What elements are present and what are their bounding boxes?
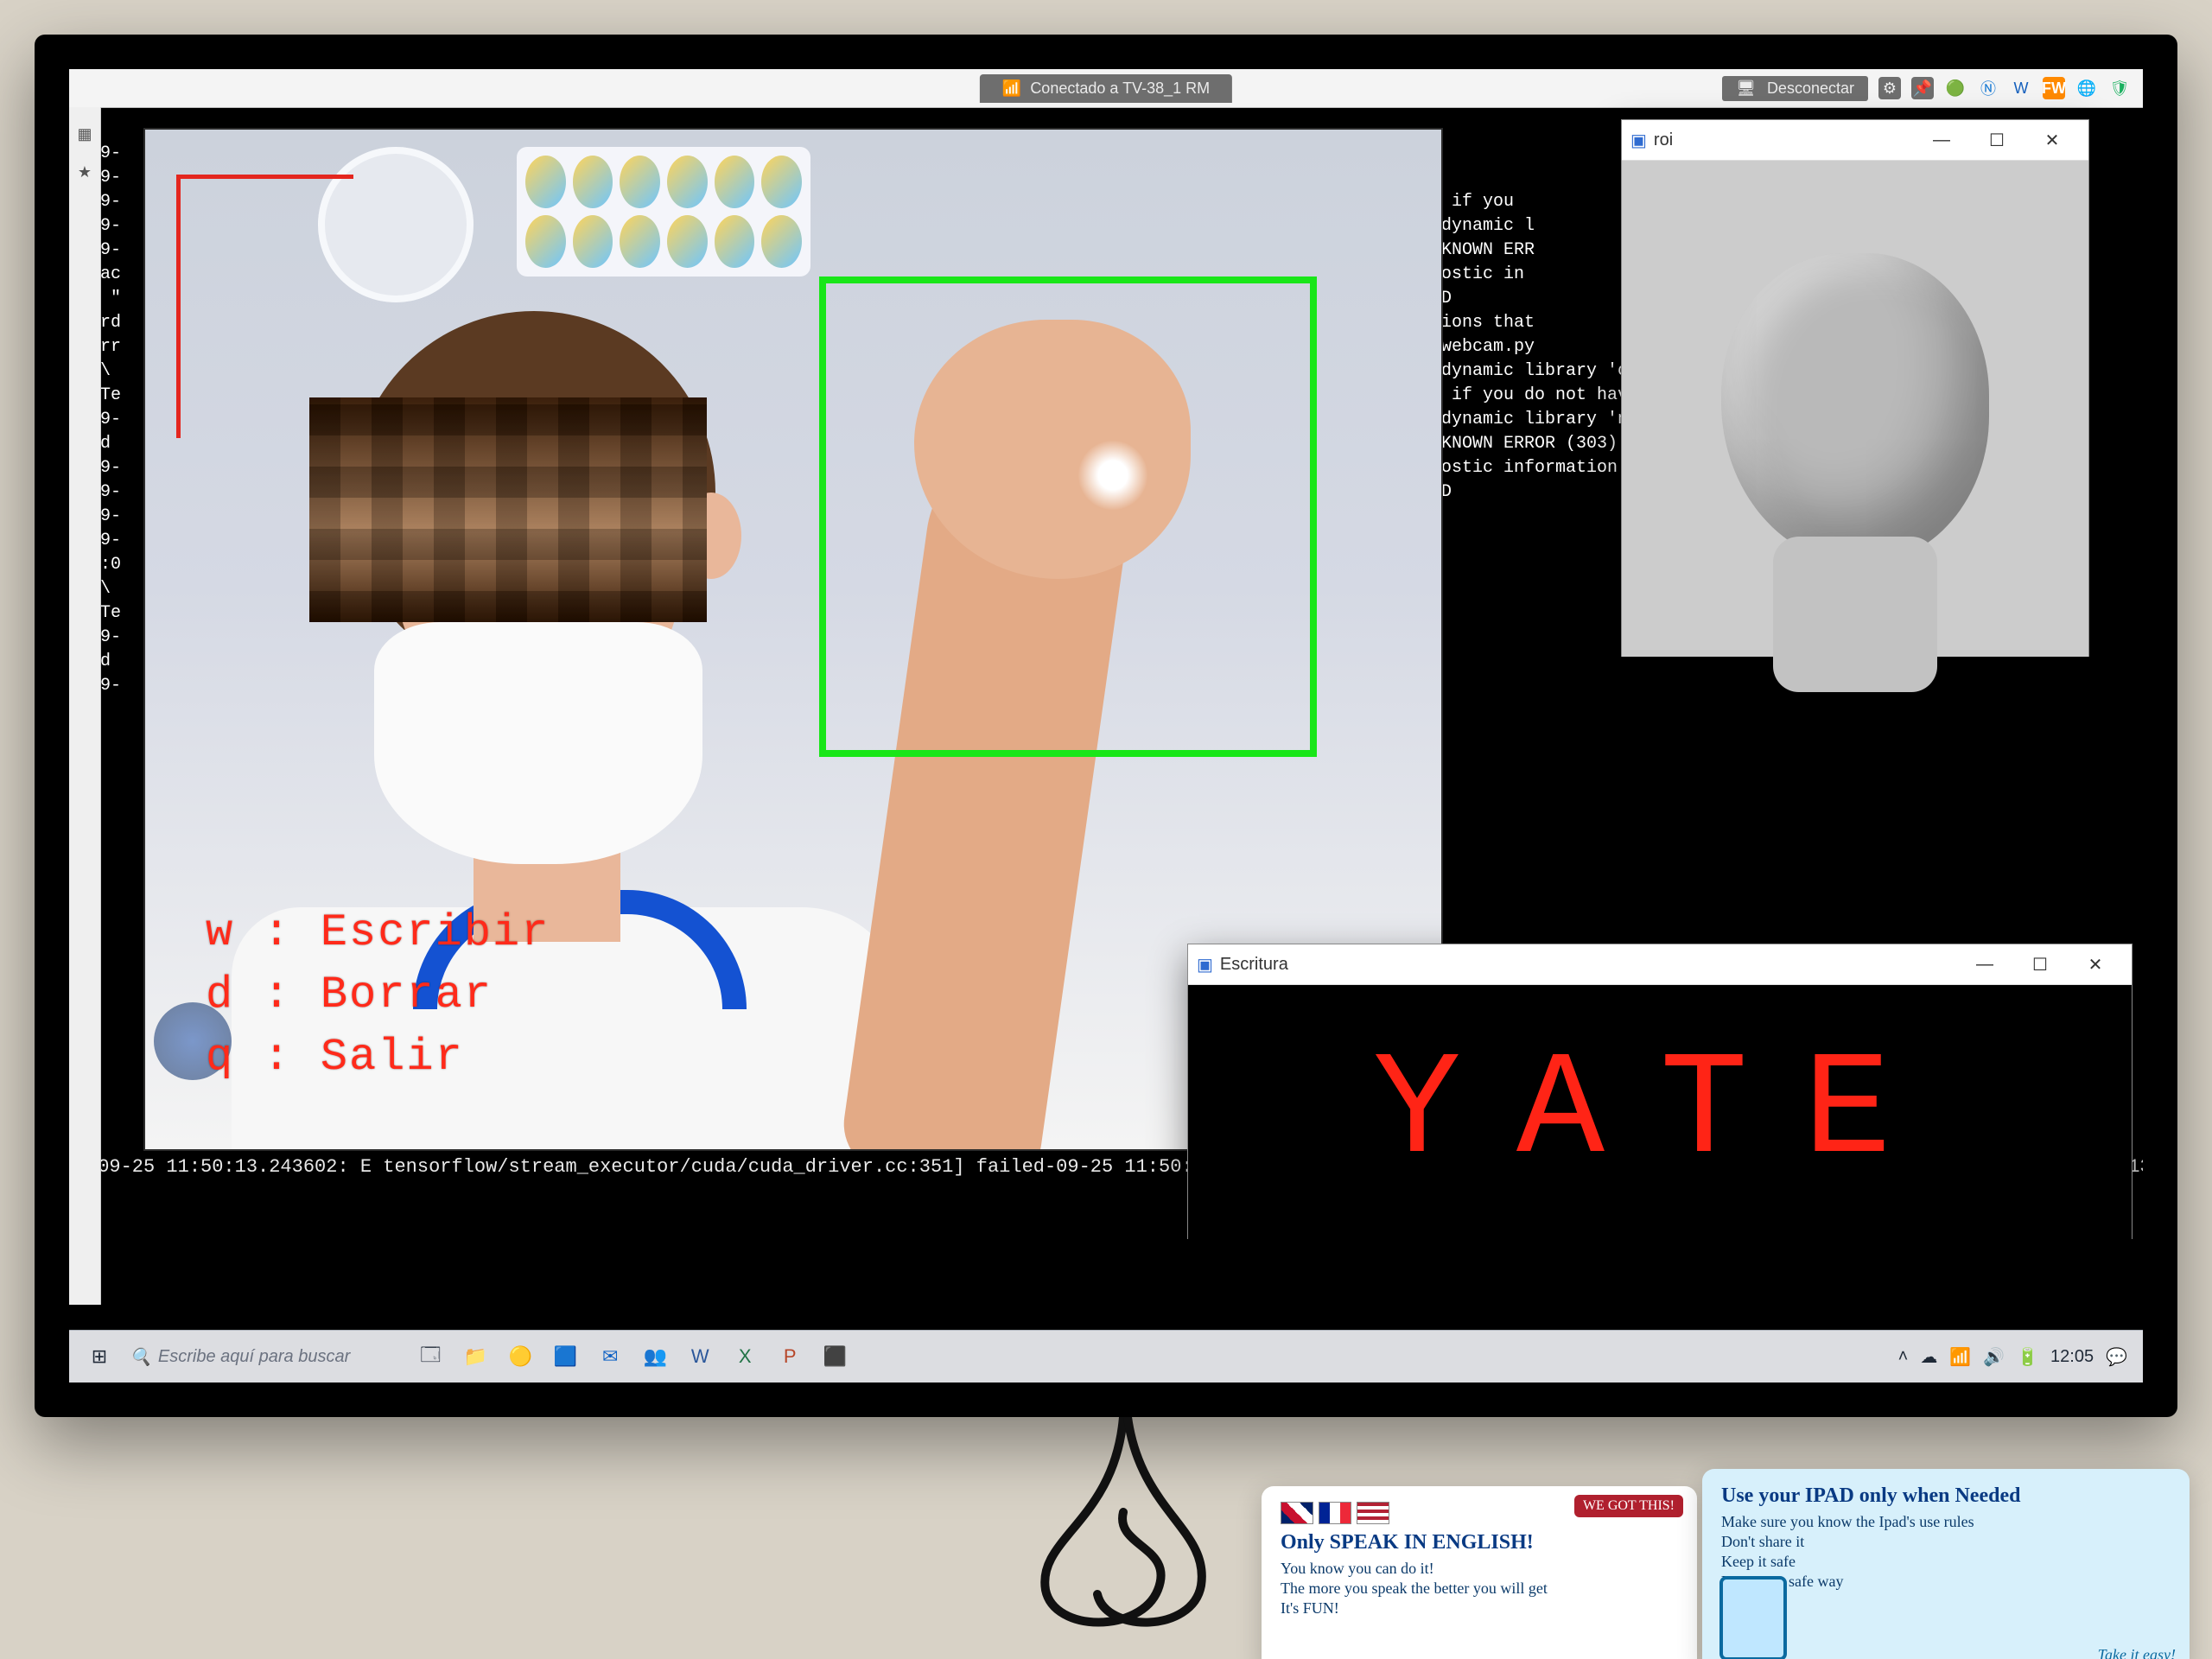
chevron-up-icon[interactable]: ˄	[1898, 1347, 1909, 1367]
connected-label: Conectado a TV-38_1 RM	[1030, 79, 1210, 98]
evernote-icon[interactable]: 🟢	[1944, 77, 1967, 99]
escritura-text: YATE	[1373, 1029, 1947, 1196]
minimize-button[interactable]: —	[1957, 944, 2012, 984]
poster-english: Only SPEAK IN ENGLISH! You know you can …	[1262, 1486, 1697, 1659]
terminal-line: -09-25 11:50:13.243602: E tensorflow/str…	[86, 1156, 1045, 1178]
shield-icon[interactable]: 🛡	[2108, 77, 2131, 99]
escritura-window[interactable]: ▣ Escritura — ☐ ✕ YATE	[1187, 944, 2133, 1239]
word-app-icon[interactable]: W	[2010, 77, 2032, 99]
gear-icon[interactable]: ⚙	[1878, 77, 1901, 99]
search-icon: 🔍	[130, 1346, 151, 1368]
task-view-icon[interactable]: 🗔	[416, 1342, 445, 1371]
poster-right-tag: Take it easy!	[2098, 1646, 2176, 1659]
teams-icon[interactable]: 👥	[640, 1342, 670, 1371]
screen: -09--09--09--09--09-ebacle "wordxErrC:\g…	[69, 69, 2143, 1382]
chrome-icon[interactable]: 🟡	[505, 1342, 535, 1371]
keyboard-help-overlay: w : Escribird : Borrarq : Salir	[206, 902, 550, 1089]
roi-window[interactable]: ▣ roi — ☐ ✕	[1621, 119, 2089, 657]
ide-sidebar: ▦ ★	[69, 107, 101, 1305]
ipad-icon	[1719, 1576, 1787, 1659]
poster-right-line: Make sure you know the Ipad's use rules	[1721, 1513, 2171, 1531]
edge-icon[interactable]: 🟦	[550, 1342, 580, 1371]
poster-left-line: You know you can do it!	[1281, 1560, 1678, 1578]
poster-ipad: Use your IPAD only when Needed Make sure…	[1702, 1469, 2190, 1659]
maximize-button[interactable]: ☐	[2012, 944, 2068, 984]
connected-tab[interactable]: 📶 Conectado a TV-38_1 RM	[980, 74, 1232, 103]
power-cable	[985, 1417, 1262, 1642]
close-button[interactable]: ✕	[2024, 120, 2080, 160]
window-app-icon: ▣	[1630, 130, 1647, 151]
help-line: w : Escribir	[206, 902, 550, 964]
flag-fr-icon	[1319, 1502, 1351, 1524]
face-pixelation	[309, 397, 707, 622]
disconnect-label: Desconectar	[1767, 79, 1854, 97]
roi-titlebar[interactable]: ▣ roi — ☐ ✕	[1622, 120, 2088, 161]
outlook-icon[interactable]: ✉	[595, 1342, 625, 1371]
powerpoint-icon[interactable]: P	[775, 1342, 804, 1371]
taskbar-search[interactable]: 🔍 Escribe aquí para buscar	[130, 1346, 350, 1368]
battery-icon[interactable]: 🔋	[2017, 1346, 2038, 1368]
monitor-bezel: -09--09--09--09--09-ebacle "wordxErrC:\g…	[35, 35, 2177, 1417]
clock-label[interactable]: 12:05	[2050, 1347, 2094, 1367]
flag-uk-icon	[1281, 1502, 1313, 1524]
window-app-icon: ▣	[1197, 954, 1213, 976]
escritura-output: YATE	[1188, 985, 2132, 1239]
terminal-icon[interactable]: ⬛	[820, 1342, 849, 1371]
poster-left-tag: WE GOT THIS!	[1574, 1495, 1683, 1517]
onenote-icon[interactable]: Ⓝ	[1977, 77, 1999, 99]
bookmark-icon[interactable]: ★	[73, 161, 96, 183]
poster-right-line: Don't share it	[1721, 1533, 2171, 1551]
help-line: d : Borrar	[206, 964, 550, 1027]
close-button[interactable]: ✕	[2068, 944, 2123, 984]
search-placeholder: Escribe aquí para buscar	[158, 1347, 350, 1367]
roi-green-box	[819, 276, 1317, 757]
excel-icon[interactable]: X	[730, 1342, 760, 1371]
flag-us-icon	[1357, 1502, 1389, 1524]
fw-app-icon[interactable]: FW	[2043, 77, 2065, 99]
file-explorer-icon[interactable]: 📁	[461, 1342, 490, 1371]
escritura-titlebar[interactable]: ▣ Escritura — ☐ ✕	[1188, 944, 2132, 985]
maximize-button[interactable]: ☐	[1969, 120, 2024, 160]
poster-left-line: The more you speak the better you will g…	[1281, 1580, 1678, 1598]
onedrive-icon[interactable]: ☁	[1920, 1346, 1937, 1368]
wifi-icon: 📶	[1002, 79, 1021, 98]
escritura-title: Escritura	[1220, 955, 1288, 975]
grid-icon[interactable]: ▦	[73, 123, 96, 145]
cast-toolbar: 📶 Conectado a TV-38_1 RM 🖥 Desconectar ⚙…	[69, 69, 2143, 108]
notifications-icon[interactable]: 💬	[2106, 1346, 2127, 1368]
poster-left-title: Only SPEAK IN ENGLISH!	[1281, 1531, 1678, 1554]
disconnect-button[interactable]: 🖥 Desconectar	[1722, 76, 1868, 101]
poster-right-title: Use your IPAD only when Needed	[1721, 1484, 2171, 1508]
windows-taskbar[interactable]: ⊞ 🔍 Escribe aquí para buscar 🗔 📁 🟡 🟦 ✉ 👥…	[69, 1330, 2143, 1382]
poster-left-line: It's FUN!	[1281, 1599, 1678, 1618]
monitor-icon: 🖥	[1736, 79, 1756, 97]
word-icon[interactable]: W	[685, 1342, 715, 1371]
globe-icon[interactable]: 🌐	[2075, 77, 2098, 99]
wifi-tray-icon[interactable]: 📶	[1949, 1346, 1971, 1368]
poster-right-line: Use it in a safe way	[1721, 1573, 2171, 1591]
pin-icon[interactable]: 📌	[1911, 77, 1934, 99]
volume-icon[interactable]: 🔊	[1983, 1346, 2005, 1368]
system-tray[interactable]: ˄ ☁ 📶 🔊 🔋 12:05 💬	[1898, 1346, 2127, 1368]
minimize-button[interactable]: —	[1914, 120, 1969, 160]
start-button[interactable]: ⊞	[85, 1342, 114, 1371]
roi-image	[1622, 161, 2088, 657]
poster-right-line: Keep it safe	[1721, 1553, 2171, 1571]
help-line: q : Salir	[206, 1027, 550, 1089]
roi-title: roi	[1654, 130, 1673, 150]
